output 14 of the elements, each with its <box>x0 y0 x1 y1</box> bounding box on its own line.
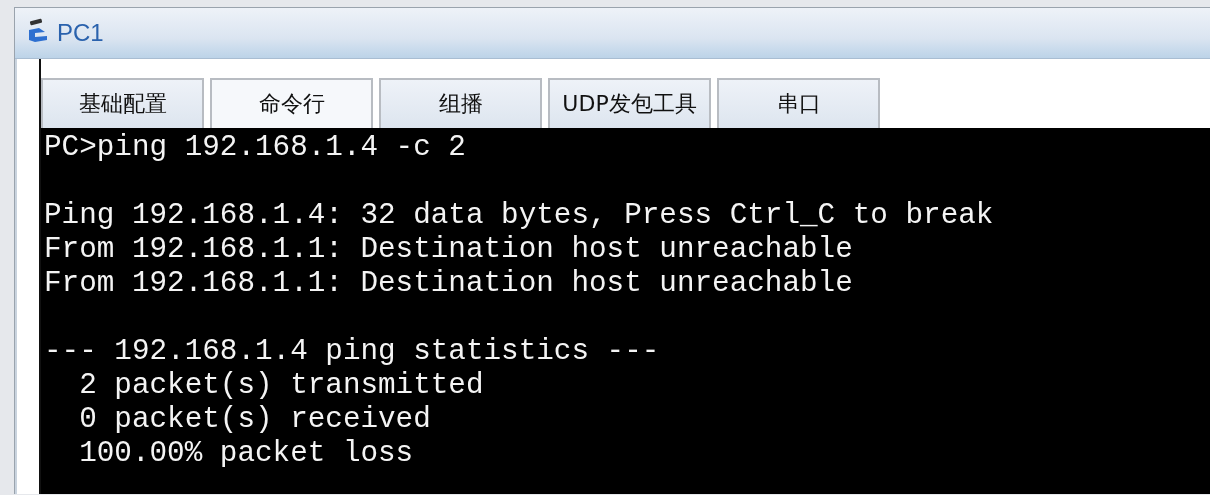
terminal-line: --- 192.168.1.4 ping statistics --- <box>44 335 660 369</box>
tab[interactable]: 命令行 <box>210 78 373 128</box>
terminal-line: PC>ping 192.168.1.4 -c 2 <box>44 131 466 165</box>
terminal-line: 2 packet(s) transmitted <box>78 369 484 403</box>
terminal-line: From 192.168.1.1: Destination host unreachable <box>44 267 853 301</box>
tab[interactable]: 基础配置 <box>41 78 204 128</box>
tab[interactable]: UDP发包工具 <box>548 78 711 128</box>
tab[interactable]: 串口 <box>717 78 880 128</box>
tab[interactable]: 组播 <box>379 78 542 128</box>
terminal-line: 100.00% packet loss <box>78 437 414 471</box>
window-title: PC1 <box>57 19 104 47</box>
terminal-line: From 192.168.1.1: Destination host unreachable <box>44 233 853 267</box>
terminal-line: Ping 192.168.1.4: 32 data bytes, Press Ctrl_C to break <box>44 199 994 233</box>
terminal-line: 0 packet(s) received <box>78 403 431 437</box>
